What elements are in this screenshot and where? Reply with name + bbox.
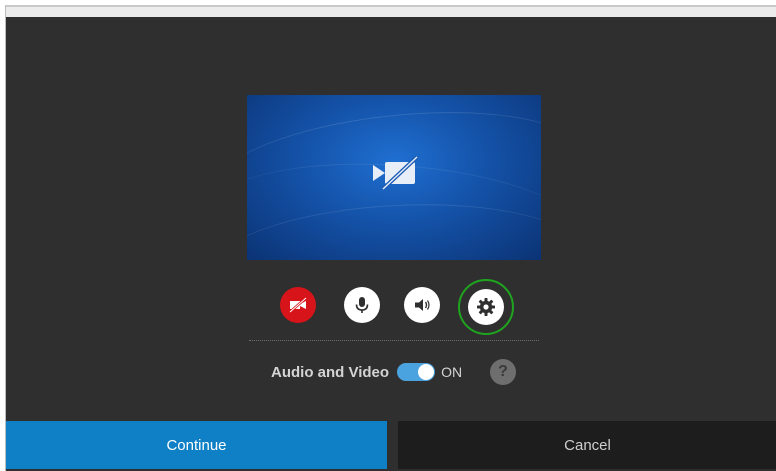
button-separator xyxy=(387,421,398,469)
toggle-microphone-button[interactable] xyxy=(344,287,380,323)
video-off-icon xyxy=(373,155,419,191)
video-setup-window: Audio and Video ON ? Continue Cancel xyxy=(5,5,776,471)
toggle-state-label: ON xyxy=(441,364,463,380)
audio-video-toggle[interactable] xyxy=(397,363,436,381)
video-preview xyxy=(247,95,541,260)
speaker-icon xyxy=(415,299,430,311)
gear-icon xyxy=(477,298,495,316)
audio-video-settings-dialog: Audio and Video ON ? Continue Cancel xyxy=(6,17,776,471)
help-icon: ? xyxy=(498,363,508,380)
microphone-icon xyxy=(355,297,369,313)
window-top-strip xyxy=(6,7,776,17)
help-button[interactable]: ? xyxy=(490,359,517,385)
settings-button-face xyxy=(468,289,504,325)
media-controls xyxy=(278,279,528,335)
toggle-speaker-button[interactable] xyxy=(404,287,440,323)
audio-video-toggle-row: Audio and Video ON ? xyxy=(271,357,531,387)
settings-button[interactable] xyxy=(458,279,514,335)
section-divider xyxy=(249,340,539,341)
cancel-button[interactable]: Cancel xyxy=(398,421,776,469)
toggle-video-button[interactable] xyxy=(280,287,316,323)
video-off-icon xyxy=(289,297,307,313)
continue-button[interactable]: Continue xyxy=(6,421,387,469)
toggle-knob xyxy=(418,364,435,380)
audio-video-label: Audio and Video xyxy=(271,363,390,381)
